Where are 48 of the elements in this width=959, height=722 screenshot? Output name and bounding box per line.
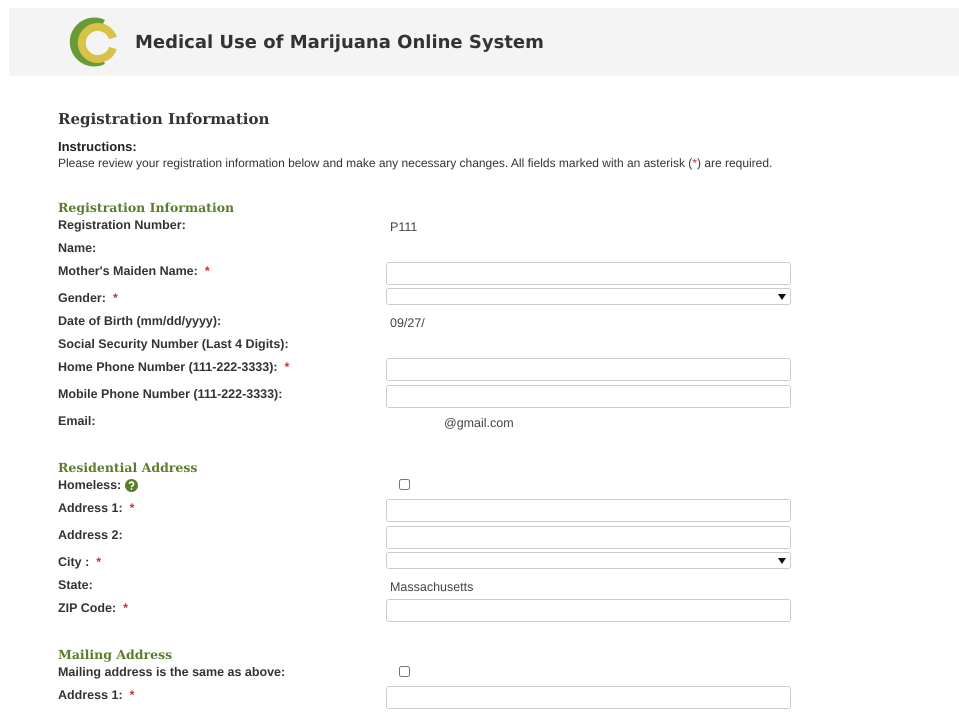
required-asterisk: * bbox=[130, 501, 134, 515]
dropdown[interactable] bbox=[386, 552, 791, 569]
site-title: Medical Use of Marijuana Online System bbox=[135, 32, 544, 52]
caret-icon bbox=[778, 558, 786, 564]
field-label: Home Phone Number (111-222-3333): bbox=[58, 360, 278, 374]
field-label: Gender: bbox=[58, 291, 106, 305]
checkbox[interactable] bbox=[399, 479, 410, 490]
field-label: Registration Number: bbox=[58, 218, 186, 232]
instructions-heading: Instructions: bbox=[58, 139, 138, 154]
text-field[interactable] bbox=[386, 686, 791, 709]
page-title: Registration Information bbox=[58, 110, 270, 128]
field-label: Social Security Number (Last 4 Digits): bbox=[58, 337, 289, 351]
field-label: Mailing address is the same as above: bbox=[58, 665, 286, 679]
required-asterisk: * bbox=[96, 555, 102, 569]
required-asterisk: * bbox=[123, 601, 128, 615]
field-label: Mother's Maiden Name: bbox=[58, 264, 198, 278]
field-label: Name: bbox=[58, 241, 96, 255]
text-field[interactable] bbox=[386, 358, 791, 381]
text-field[interactable] bbox=[386, 262, 791, 285]
field-label: Date of Birth (mm/dd/yyyy): bbox=[58, 314, 222, 328]
field-label: Address 2: bbox=[58, 528, 123, 542]
dropdown[interactable] bbox=[386, 288, 791, 305]
checkbox[interactable] bbox=[399, 666, 410, 677]
field-label: ZIP Code: bbox=[58, 601, 116, 615]
field-label: State: bbox=[58, 578, 93, 592]
field-label: Email: bbox=[58, 414, 96, 428]
caret-icon bbox=[778, 294, 786, 300]
section-title: Residential Address bbox=[58, 460, 198, 475]
instructions-text: Please review your registration information below and make any necessary changes. All fields marked with an asterisk (*) are required. bbox=[58, 156, 774, 170]
required-asterisk: * bbox=[204, 264, 210, 278]
text-field[interactable] bbox=[386, 526, 791, 549]
field-value: 09/27/ bbox=[390, 315, 425, 330]
field-label: Homeless: bbox=[58, 478, 122, 492]
field-label: Mobile Phone Number (111-222-3333): bbox=[58, 387, 282, 401]
section-title: Registration Information bbox=[58, 200, 236, 215]
text-field[interactable] bbox=[386, 385, 791, 408]
field-value: @gmail.com bbox=[444, 415, 514, 430]
required-asterisk: * bbox=[284, 360, 290, 374]
section-title: Mailing Address bbox=[58, 647, 174, 662]
field-label: Address 1: bbox=[58, 688, 123, 702]
text-field[interactable] bbox=[386, 599, 791, 622]
text-field[interactable] bbox=[386, 499, 791, 522]
field-label: Address 1: bbox=[58, 501, 123, 515]
field-value: P111 bbox=[390, 219, 418, 234]
field-value: Massachusetts bbox=[390, 579, 474, 594]
field-label: City : bbox=[58, 555, 90, 569]
required-asterisk: * bbox=[112, 291, 118, 305]
required-asterisk: * bbox=[130, 688, 134, 702]
